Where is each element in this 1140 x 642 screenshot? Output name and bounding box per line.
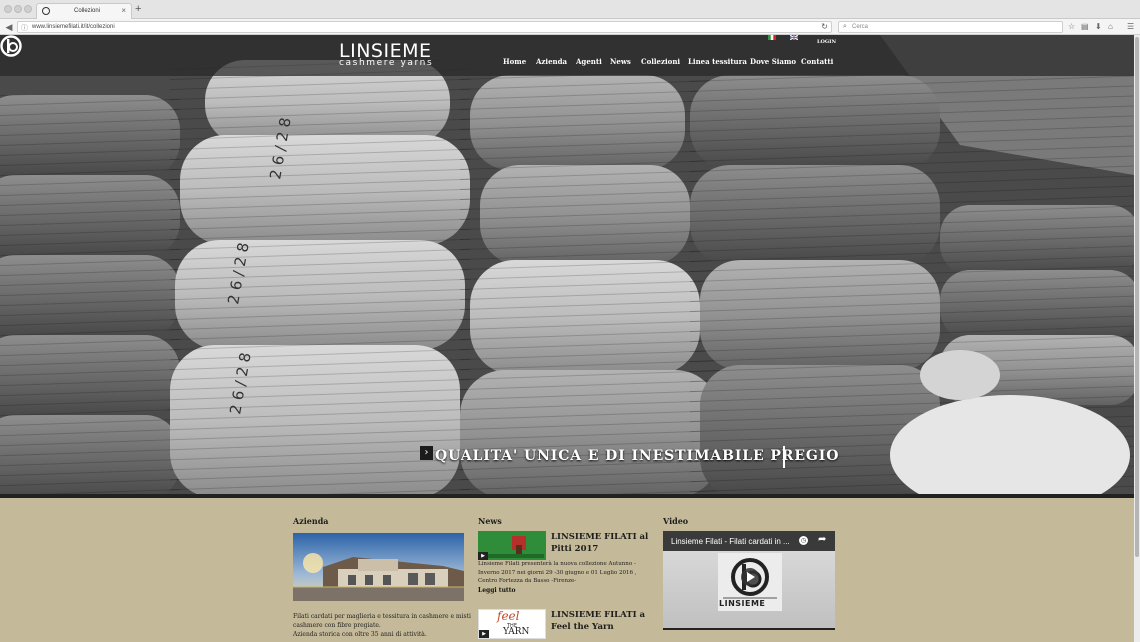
video-heading: Video xyxy=(663,516,689,526)
italian-flag-icon[interactable] xyxy=(768,35,776,40)
new-tab-button[interactable]: + xyxy=(135,3,141,15)
news-thumb-pitti[interactable]: ▶ xyxy=(478,531,546,560)
linsieme-logo-icon[interactable] xyxy=(0,35,22,57)
hero-slider[interactable]: 2 6 / 2 8 2 6 / 2 8 2 6 / 2 8 LINSIEME c… xyxy=(0,35,1134,498)
site-header: LINSIEME cashmere yarns LOGIN Home Azien… xyxy=(0,35,1134,76)
news-title-pitti[interactable]: LINSIEME FILATI al Pitti 2017 xyxy=(551,531,651,555)
home-icon[interactable]: ⌂ xyxy=(1108,22,1113,31)
info-icon[interactable]: ⓘ xyxy=(21,23,28,33)
hero-photo-yarn-bales: 2 6 / 2 8 2 6 / 2 8 2 6 / 2 8 xyxy=(0,35,1134,498)
address-url[interactable]: www.linsiemefilati.it/it/collezioni xyxy=(32,24,115,30)
window-zoom-control[interactable] xyxy=(24,5,32,13)
back-icon[interactable]: ◀ xyxy=(3,21,15,33)
news-body-pitti: Linsieme Filati presenterà la nuova coll… xyxy=(478,561,637,584)
azienda-text-line: Azienda storica con oltre 35 anni di att… xyxy=(293,631,427,638)
azienda-description: Filati cardati per maglieria e tessitura… xyxy=(293,612,473,639)
scrollbar-thumb[interactable] xyxy=(1135,37,1139,557)
nav-home[interactable]: Home xyxy=(503,57,526,66)
nav-dove-siamo[interactable]: Dove Siamo xyxy=(750,57,796,66)
nav-agenti[interactable]: Agenti xyxy=(576,57,602,66)
tab-title: Collezioni xyxy=(74,8,101,14)
play-icon[interactable]: ▶ xyxy=(479,630,489,638)
bookmarks-icon[interactable]: ▤ xyxy=(1081,22,1089,31)
menu-icon[interactable]: ☰ xyxy=(1127,22,1134,31)
nav-linea-tessitura[interactable]: Linea tessitura xyxy=(688,57,747,66)
page-scrollbar[interactable] xyxy=(1134,35,1140,642)
nav-contatti[interactable]: Contatti xyxy=(801,57,833,66)
news-heading: News xyxy=(478,516,502,526)
browser-tab-bar: Collezioni × + xyxy=(0,0,1140,19)
star-icon[interactable]: ☆ xyxy=(1068,22,1075,31)
read-more-link[interactable]: Leggi tutto xyxy=(478,587,515,594)
video-title[interactable]: Linsieme Filati - Filati cardati in ... xyxy=(671,537,790,546)
login-link[interactable]: LOGIN xyxy=(817,39,836,45)
tab-close-icon[interactable]: × xyxy=(121,6,126,15)
window-close-control[interactable] xyxy=(4,5,12,13)
browser-navigation-bar: ◀ ⓘ www.linsiemefilati.it/it/collezioni … xyxy=(0,19,1140,35)
browser-tab-collezioni[interactable]: Collezioni × xyxy=(36,3,132,19)
azienda-heading: Azienda xyxy=(293,516,329,526)
video-bottom-border xyxy=(663,628,835,630)
pitti-thumb-image xyxy=(478,531,546,560)
search-box[interactable]: ⌕ Cerca xyxy=(838,21,1063,33)
uk-flag-icon[interactable] xyxy=(790,35,798,40)
video-logo-text: LINSIEME xyxy=(719,599,766,608)
search-icon: ⌕ xyxy=(843,23,847,30)
news-title-feel-the-yarn[interactable]: LINSIEME FILATI a Feel the Yarn xyxy=(551,609,651,633)
thumb-text-yarn: YARN xyxy=(503,627,530,637)
azienda-text-line: Filati cardati per maglieria e tessitura… xyxy=(293,613,471,629)
nav-azienda[interactable]: Azienda xyxy=(536,57,567,66)
hero-bottom-border xyxy=(0,494,1134,498)
site-favicon-icon xyxy=(42,7,50,15)
reload-icon[interactable]: ↻ xyxy=(821,22,828,31)
address-bar[interactable]: ⓘ www.linsiemefilati.it/it/collezioni ↻ xyxy=(17,21,832,33)
youtube-video-player[interactable]: Linsieme Filati - Filati cardati in ... … xyxy=(663,531,835,628)
watch-later-icon[interactable]: ◷ xyxy=(799,536,808,545)
slider-next-icon[interactable]: › xyxy=(420,446,433,460)
thumb-text-feel: feel xyxy=(497,609,520,623)
search-input[interactable]: Cerca xyxy=(852,24,868,30)
news-thumb-feel-the-yarn[interactable]: feel THE YARN ▶ xyxy=(478,609,546,639)
slider-caption-text: QUALITA' UNICA E DI INESTIMABILE PREGIO xyxy=(435,448,840,464)
nav-collezioni[interactable]: Collezioni xyxy=(641,57,680,66)
window-minimize-control[interactable] xyxy=(14,5,22,13)
azienda-building-photo[interactable] xyxy=(293,533,464,601)
download-icon[interactable]: ⬇ xyxy=(1095,22,1102,31)
caption-cursor-bar xyxy=(783,446,785,468)
play-icon[interactable]: ▶ xyxy=(478,552,488,560)
nav-news[interactable]: News xyxy=(610,57,631,66)
logo-tagline: cashmere yarns xyxy=(339,58,434,68)
share-icon[interactable]: ➦ xyxy=(818,534,826,545)
